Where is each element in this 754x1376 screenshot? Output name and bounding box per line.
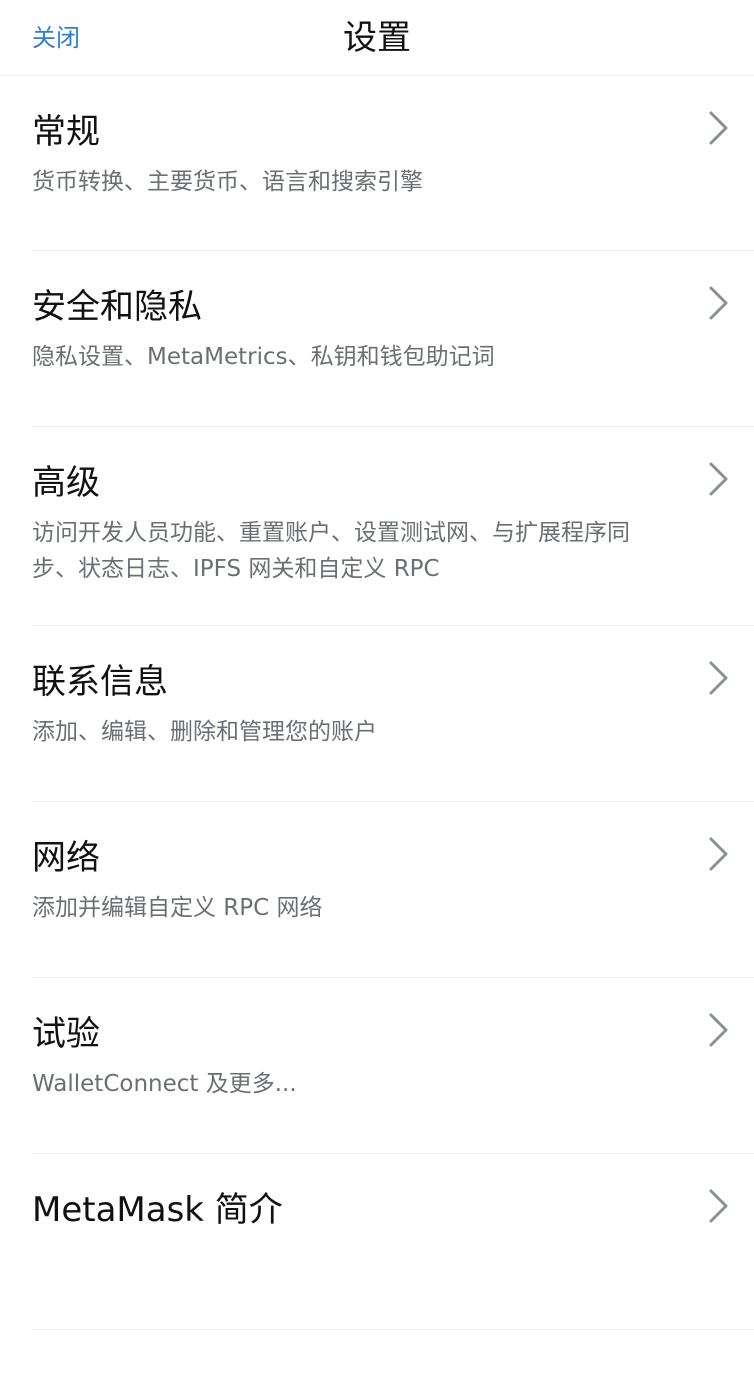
settings-item-title: 网络 [32,838,100,878]
settings-item-description: 隐私设置、MetaMetrics、私钥和钱包助记词 [32,344,495,370]
settings-item-description: 添加并编辑自定义 RPC 网络 [32,895,323,921]
settings-item-networks[interactable]: 网络 添加并编辑自定义 RPC 网络 [32,802,754,978]
page-title: 设置 [343,18,411,58]
navigation-header: 关闭 设置 [0,0,754,76]
settings-item-title: MetaMask 简介 [32,1190,283,1230]
settings-item-contacts[interactable]: 联系信息 添加、编辑、删除和管理您的账户 [32,626,754,802]
settings-item-description: WalletConnect 及更多... [32,1071,297,1097]
chevron-right-icon [706,459,732,499]
settings-item-title: 常规 [32,112,100,152]
settings-screen: 关闭 设置 常规 货币转换、主要货币、语言和搜索引擎 安全和隐私 隐私设置、Me… [0,0,754,1376]
settings-item-title: 联系信息 [32,662,168,702]
chevron-right-icon [706,658,732,698]
chevron-right-icon [706,834,732,874]
settings-item-description: 添加、编辑、删除和管理您的账户 [32,719,377,745]
settings-list: 常规 货币转换、主要货币、语言和搜索引擎 安全和隐私 隐私设置、MetaMetr… [0,76,754,1330]
settings-item-about-metamask[interactable]: MetaMask 简介 [32,1154,754,1330]
chevron-right-icon [706,1186,732,1226]
settings-item-advanced[interactable]: 高级 访问开发人员功能、重置账户、设置测试网、与扩展程序同步、状态日志、IPFS… [32,427,754,626]
chevron-right-icon [706,283,732,323]
settings-item-title: 安全和隐私 [32,287,202,327]
chevron-right-icon [706,1010,732,1050]
chevron-right-icon [706,108,732,148]
settings-item-description: 访问开发人员功能、重置账户、设置测试网、与扩展程序同步、状态日志、IPFS 网关… [32,520,630,582]
settings-item-security-privacy[interactable]: 安全和隐私 隐私设置、MetaMetrics、私钥和钱包助记词 [32,251,754,427]
settings-item-experimental[interactable]: 试验 WalletConnect 及更多... [32,978,754,1154]
settings-item-title: 高级 [32,463,100,503]
settings-item-description: 货币转换、主要货币、语言和搜索引擎 [32,169,423,195]
settings-item-general[interactable]: 常规 货币转换、主要货币、语言和搜索引擎 [32,76,754,251]
settings-item-title: 试验 [32,1014,100,1054]
